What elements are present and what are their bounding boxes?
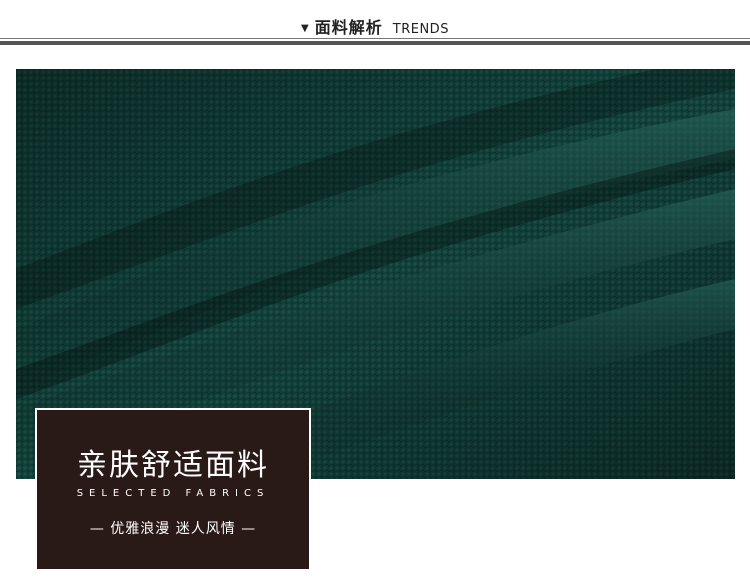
feature-subtitle: SELECTED FABRICS: [76, 488, 270, 499]
section-title-cn: 面料解析: [314, 18, 383, 37]
feature-tagline: — 优雅浪漫 迷人风情 —: [89, 521, 257, 537]
header-divider-thin: [0, 38, 750, 39]
feature-label-card: 亲肤舒适面料 SELECTED FABRICS — 优雅浪漫 迷人风情 —: [35, 408, 311, 571]
section-title-en: TRENDS: [392, 22, 449, 37]
triangle-down-icon: ▼: [301, 23, 309, 34]
feature-title: 亲肤舒适面料: [77, 448, 269, 483]
section-header: ▼ 面料解析 TRENDS: [0, 0, 750, 50]
section-title: ▼ 面料解析 TRENDS: [0, 14, 750, 38]
header-divider-thick: [0, 41, 750, 45]
